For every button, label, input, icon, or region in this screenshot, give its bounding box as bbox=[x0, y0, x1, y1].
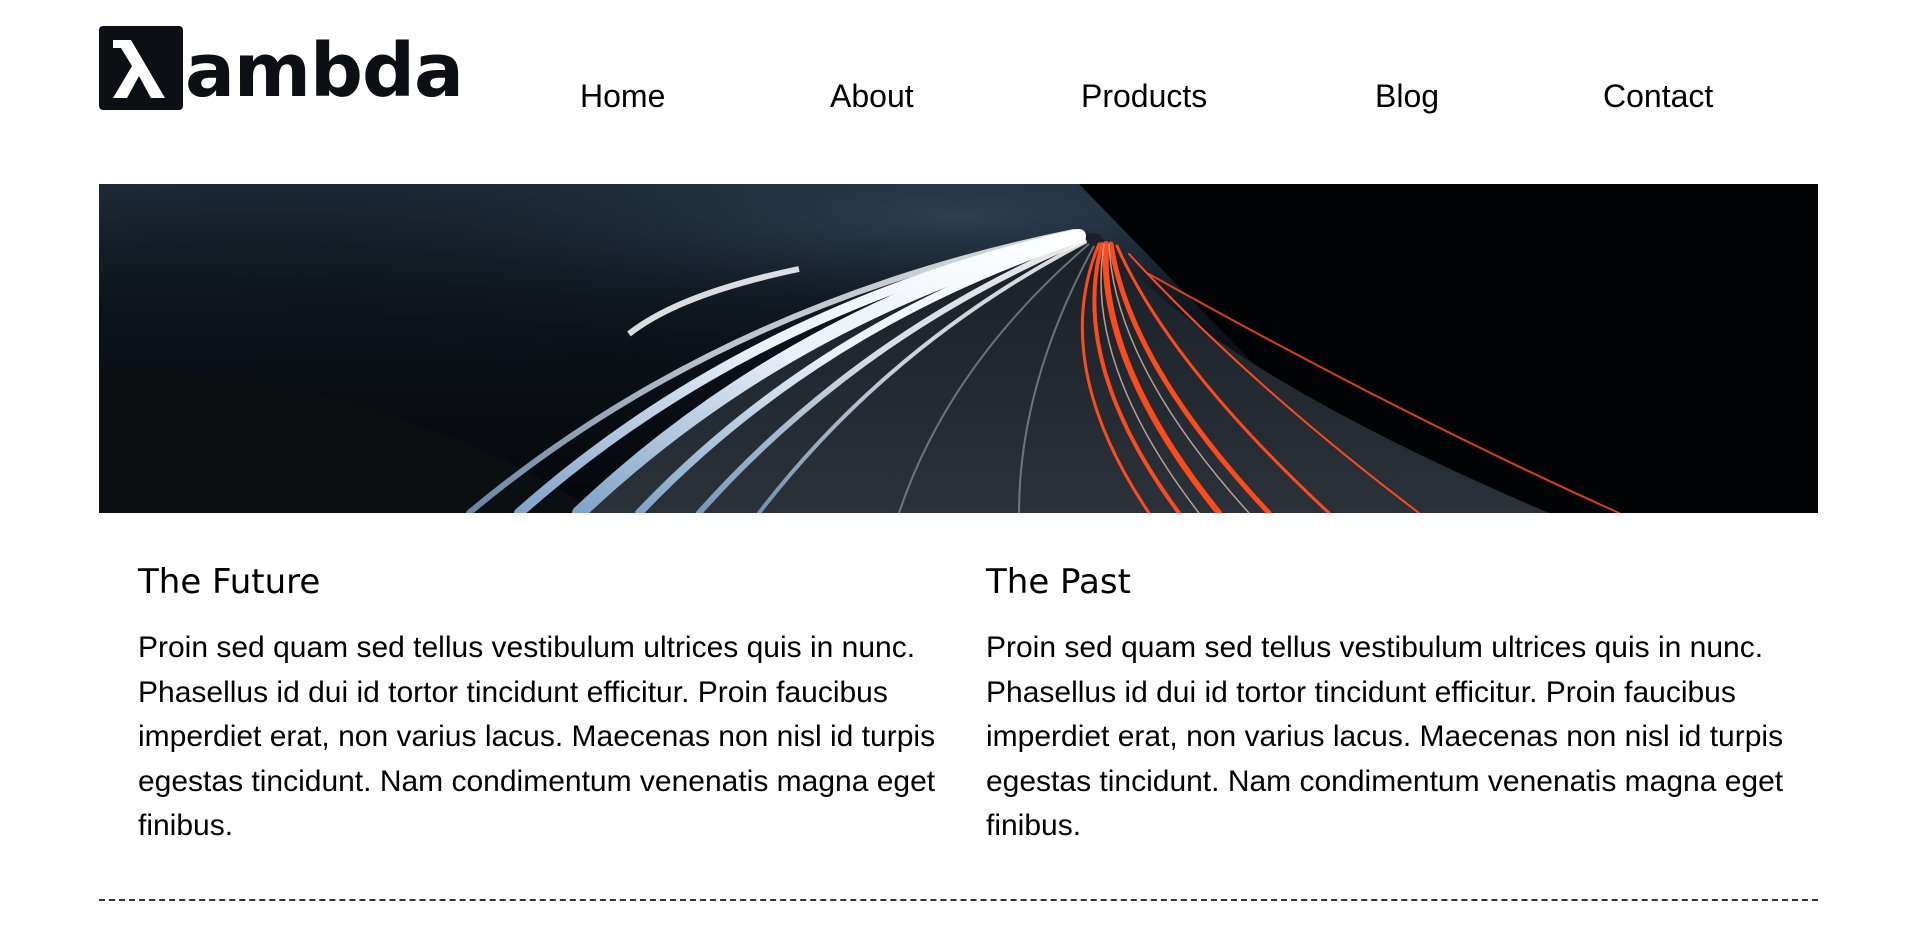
nav-blog[interactable]: Blog bbox=[1375, 74, 1439, 118]
column-title: The Past bbox=[986, 562, 1131, 602]
main-nav: Home About Products Blog Contact bbox=[0, 74, 1912, 118]
column-future: The Future Proin sed quam sed tellus ves… bbox=[138, 560, 938, 849]
column-body: Proin sed quam sed tellus vestibulum ult… bbox=[138, 631, 936, 842]
column-body: Proin sed quam sed tellus vestibulum ult… bbox=[986, 631, 1784, 842]
column-past: The Past Proin sed quam sed tellus vesti… bbox=[986, 560, 1786, 849]
nav-contact[interactable]: Contact bbox=[1603, 74, 1713, 118]
hero-image bbox=[99, 184, 1818, 513]
dashed-divider bbox=[99, 899, 1818, 901]
column-title: The Future bbox=[138, 562, 321, 602]
nav-home[interactable]: Home bbox=[580, 74, 665, 118]
nav-about[interactable]: About bbox=[830, 74, 914, 118]
nav-products[interactable]: Products bbox=[1081, 74, 1207, 118]
page: ambda Home About Products Blog Contact T… bbox=[0, 0, 1912, 926]
